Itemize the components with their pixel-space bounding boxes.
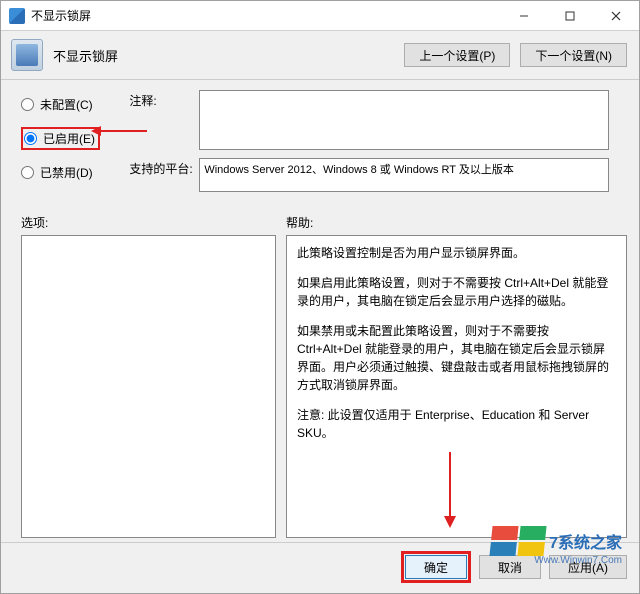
help-paragraph: 如果禁用或未配置此策略设置，则对于不需要按 Ctrl+Alt+Del 就能登录的… xyxy=(297,322,616,394)
comment-label: 注释: xyxy=(129,90,199,150)
next-setting-button[interactable]: 下一个设置(N) xyxy=(520,43,627,67)
radio-not-configured[interactable]: 未配置(C) xyxy=(21,96,126,113)
watermark-url: Www.Winwin7.Com xyxy=(534,555,622,566)
help-paragraph: 注意: 此设置仅适用于 Enterprise、Education 和 Serve… xyxy=(297,406,616,442)
window-controls xyxy=(501,1,639,30)
radio-not-configured-label: 未配置(C) xyxy=(40,96,93,113)
annotation-highlight-ok: 确定 xyxy=(401,551,471,583)
platform-label: 支持的平台: xyxy=(129,158,199,192)
form-area: 未配置(C) 已启用(E) 已禁用(D) 注释: 支持 xyxy=(1,80,639,206)
header-row: 不显示锁屏 上一个设置(P) 下一个设置(N) xyxy=(1,31,639,80)
platform-value: Windows Server 2012、Windows 8 或 Windows … xyxy=(199,158,609,192)
maximize-button[interactable] xyxy=(547,1,593,30)
cancel-button[interactable]: 取消 xyxy=(479,555,541,579)
radio-enabled-label: 已启用(E) xyxy=(43,130,95,147)
help-paragraph: 如果启用此策略设置，则对于不需要按 Ctrl+Alt+Del 就能登录的用户，其… xyxy=(297,274,616,310)
platform-row: 支持的平台: Windows Server 2012、Windows 8 或 W… xyxy=(129,158,609,192)
comment-textarea[interactable] xyxy=(199,90,609,150)
window-title: 不显示锁屏 xyxy=(31,7,501,24)
ok-button[interactable]: 确定 xyxy=(405,555,467,579)
radio-disabled-label: 已禁用(D) xyxy=(40,164,93,181)
prev-setting-button[interactable]: 上一个设置(P) xyxy=(404,43,510,67)
titlebar: 不显示锁屏 xyxy=(1,1,639,31)
section-labels: 选项: 帮助: xyxy=(1,206,639,235)
help-panel[interactable]: 此策略设置控制是否为用户显示锁屏界面。 如果启用此策略设置，则对于不需要按 Ct… xyxy=(286,235,627,538)
page-title: 不显示锁屏 xyxy=(53,46,394,65)
state-radio-group: 未配置(C) 已启用(E) 已禁用(D) xyxy=(21,90,126,195)
annotation-arrow-left-icon xyxy=(89,122,149,140)
details-column: 注释: 支持的平台: Windows Server 2012、Windows 8… xyxy=(129,90,609,200)
dialog-window: 不显示锁屏 不显示锁屏 上一个设置(P) 下一个设置(N) 未配置(C) xyxy=(0,0,640,594)
options-label: 选项: xyxy=(21,214,286,231)
close-button[interactable] xyxy=(593,1,639,30)
footer: 确定 取消 应用(A) xyxy=(1,542,639,593)
minimize-button[interactable] xyxy=(501,1,547,30)
radio-disabled-input[interactable] xyxy=(21,166,34,179)
body-row: 此策略设置控制是否为用户显示锁屏界面。 如果启用此策略设置，则对于不需要按 Ct… xyxy=(1,235,639,542)
policy-icon xyxy=(11,39,43,71)
options-panel xyxy=(21,235,276,538)
radio-not-configured-input[interactable] xyxy=(21,98,34,111)
radio-enabled-input[interactable] xyxy=(24,132,37,145)
app-icon xyxy=(9,8,25,24)
help-label: 帮助: xyxy=(286,214,313,231)
help-paragraph: 此策略设置控制是否为用户显示锁屏界面。 xyxy=(297,244,616,262)
comment-row: 注释: xyxy=(129,90,609,150)
radio-disabled[interactable]: 已禁用(D) xyxy=(21,164,126,181)
